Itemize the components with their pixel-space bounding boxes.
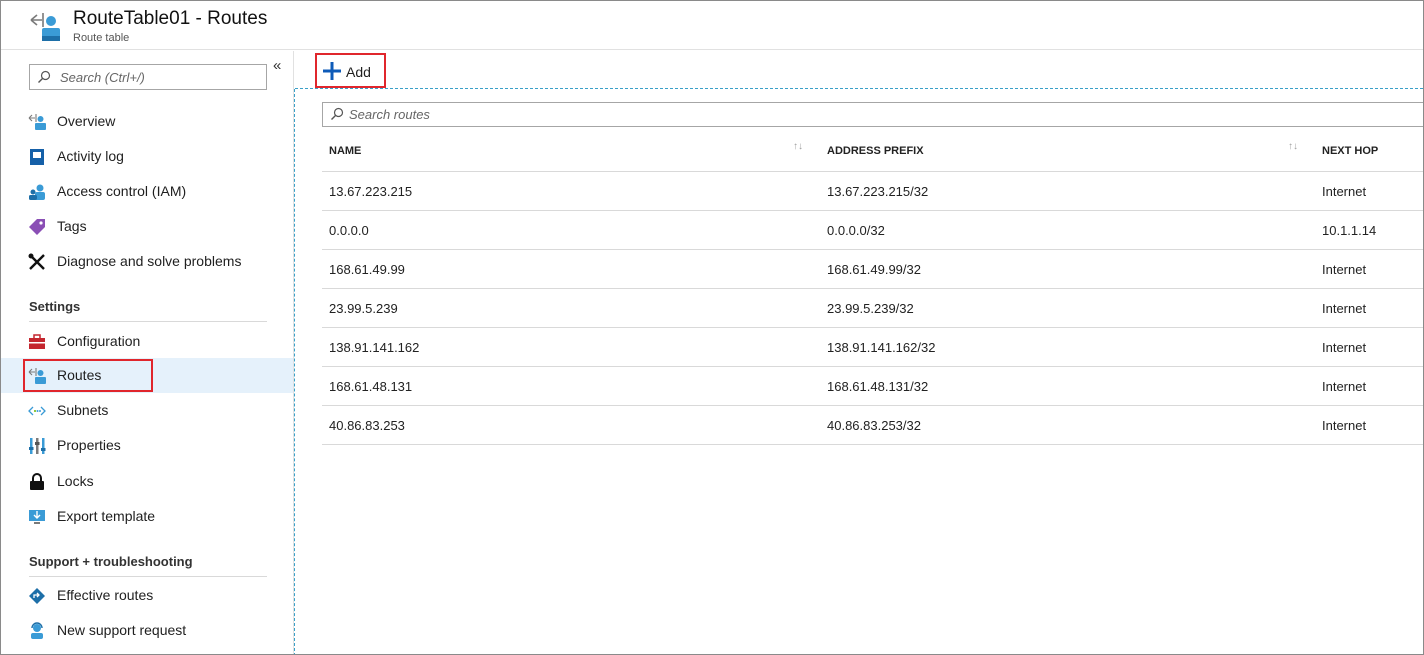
address-prefix-cell: 40.86.83.253/32 xyxy=(827,418,921,433)
focus-border xyxy=(294,89,295,654)
menu-item-new-support-request[interactable]: New support request xyxy=(1,613,293,648)
route-name-cell: 168.61.48.131 xyxy=(329,379,413,394)
menu-item-subnets[interactable]: Subnets xyxy=(1,393,293,428)
menu-item-label: Configuration xyxy=(57,333,141,349)
route-table-icon xyxy=(30,13,60,41)
next-hop-cell: Internet xyxy=(1322,418,1367,433)
address-prefix-cell: 23.99.5.239/32 xyxy=(827,301,914,316)
route-table-icon xyxy=(28,114,46,130)
grid-header: NAME ↑↓ ADDRESS PREFIX ↑↓ NEXT HOP xyxy=(322,131,1423,172)
menu-item-label: New support request xyxy=(57,622,187,638)
next-hop-cell: 10.1.1.14 xyxy=(1322,223,1377,238)
collapse-menu-icon[interactable]: « xyxy=(273,57,281,74)
users-icon xyxy=(29,184,45,200)
section-divider xyxy=(29,576,267,577)
menu-item-label: Properties xyxy=(57,437,121,453)
grid-body: 13.67.223.215 13.67.223.215/32 Internet 0.0… xyxy=(322,172,1423,445)
settings-heading: Settings xyxy=(29,299,81,314)
menu-item-label: Overview xyxy=(57,113,116,129)
next-hop-cell: Internet xyxy=(1322,379,1367,394)
menu-item-diagnose[interactable]: Diagnose and solve problems xyxy=(1,244,293,279)
menu-item-label: Export template xyxy=(57,508,156,524)
route-name-cell: 138.91.141.162 xyxy=(329,340,420,355)
search-icon xyxy=(331,107,344,120)
table-row[interactable]: 13.67.223.215 13.67.223.215/32 Internet xyxy=(322,172,1423,211)
tag-icon xyxy=(29,219,45,235)
menu-item-routes[interactable]: Routes xyxy=(1,358,293,393)
next-hop-cell: Internet xyxy=(1322,262,1367,277)
column-header-name[interactable]: NAME xyxy=(329,145,361,157)
address-prefix-cell: 0.0.0.0/32 xyxy=(827,223,885,238)
route-name-cell: 13.67.223.215 xyxy=(329,184,413,199)
sort-icon[interactable]: ↑↓ xyxy=(1288,141,1298,152)
routes-search-box[interactable] xyxy=(322,102,1423,127)
menu-search-input[interactable] xyxy=(60,68,260,86)
menu-item-label: Effective routes xyxy=(57,587,154,603)
next-hop-cell: Internet xyxy=(1322,340,1367,355)
add-route-button[interactable]: Add xyxy=(315,53,386,88)
menu-item-properties[interactable]: Properties xyxy=(1,428,293,463)
support-heading: Support + troubleshooting xyxy=(29,554,193,569)
route-name-cell: 0.0.0.0 xyxy=(329,223,369,238)
menu-item-label: Subnets xyxy=(57,402,109,418)
next-hop-cell: Internet xyxy=(1322,301,1367,316)
table-row[interactable]: 40.86.83.253 40.86.83.253/32 Internet xyxy=(322,406,1423,445)
column-header-address-prefix[interactable]: ADDRESS PREFIX xyxy=(827,145,924,157)
table-row[interactable]: 0.0.0.0 0.0.0.0/32 10.1.1.14 xyxy=(322,211,1423,250)
properties-icon xyxy=(29,438,46,454)
menu-item-label: Diagnose and solve problems xyxy=(57,253,242,269)
section-divider xyxy=(29,321,267,322)
export-template-icon xyxy=(29,510,45,524)
add-button-label: Add xyxy=(346,64,371,80)
route-name-cell: 40.86.83.253 xyxy=(329,418,405,433)
page-subtitle: Route table xyxy=(73,32,130,44)
route-table-icon xyxy=(28,368,46,384)
activity-log-icon xyxy=(30,149,44,165)
address-prefix-cell: 13.67.223.215/32 xyxy=(827,184,929,199)
command-bar: Add xyxy=(295,51,1423,89)
menu-item-configuration[interactable]: Configuration xyxy=(1,324,293,359)
routes-blade-content: Add NAME ↑↓ ADDRESS PREFIX ↑↓ NEXT HOP 1… xyxy=(294,51,1423,654)
menu-item-access-control[interactable]: Access control (IAM) xyxy=(1,174,293,209)
table-row[interactable]: 168.61.49.99 168.61.49.99/32 Internet xyxy=(322,250,1423,289)
address-prefix-cell: 138.91.141.162/32 xyxy=(827,340,936,355)
menu-item-export-template[interactable]: Export template xyxy=(1,499,293,534)
menu-item-label: Locks xyxy=(57,473,94,489)
column-header-next-hop[interactable]: NEXT HOP xyxy=(1322,145,1378,157)
menu-item-effective-routes[interactable]: Effective routes xyxy=(1,578,293,613)
menu-item-label: Routes xyxy=(57,367,102,383)
toolbox-icon xyxy=(29,334,45,349)
menu-item-locks[interactable]: Locks xyxy=(1,464,293,499)
menu-item-tags[interactable]: Tags xyxy=(1,209,293,244)
blade-header: RouteTable01 - Routes Route table xyxy=(1,1,1423,50)
address-prefix-cell: 168.61.48.131/32 xyxy=(827,379,929,394)
menu-item-label: Tags xyxy=(57,218,87,234)
search-icon xyxy=(38,70,51,83)
menu-item-label: Activity log xyxy=(57,148,124,164)
resource-menu: « Overview Activity log xyxy=(1,51,294,654)
menu-item-overview[interactable]: Overview xyxy=(1,104,293,139)
subnet-icon xyxy=(28,406,46,416)
route-name-cell: 168.61.49.99 xyxy=(329,262,405,277)
menu-item-activity-log[interactable]: Activity log xyxy=(1,139,293,174)
table-row[interactable]: 138.91.141.162 138.91.141.162/32 Internet xyxy=(322,328,1423,367)
lock-icon xyxy=(30,473,44,490)
table-row[interactable]: 23.99.5.239 23.99.5.239/32 Internet xyxy=(322,289,1423,328)
menu-item-label: Access control (IAM) xyxy=(57,183,187,199)
page-title: RouteTable01 - Routes xyxy=(73,8,268,29)
route-name-cell: 23.99.5.239 xyxy=(329,301,398,316)
app-window: RouteTable01 - Routes Route table « Over… xyxy=(0,0,1424,655)
sort-icon[interactable]: ↑↓ xyxy=(793,141,803,152)
plus-icon xyxy=(323,62,341,80)
address-prefix-cell: 168.61.49.99/32 xyxy=(827,262,921,277)
routes-grid: NAME ↑↓ ADDRESS PREFIX ↑↓ NEXT HOP 13.67… xyxy=(322,131,1423,445)
table-row[interactable]: 168.61.48.131 168.61.48.131/32 Internet xyxy=(322,367,1423,406)
routes-search-input[interactable] xyxy=(349,106,849,123)
menu-search-box[interactable] xyxy=(29,64,267,90)
support-person-icon xyxy=(31,622,43,639)
effective-routes-icon xyxy=(29,588,45,604)
next-hop-cell: Internet xyxy=(1322,184,1367,199)
wrench-icon xyxy=(28,253,45,270)
